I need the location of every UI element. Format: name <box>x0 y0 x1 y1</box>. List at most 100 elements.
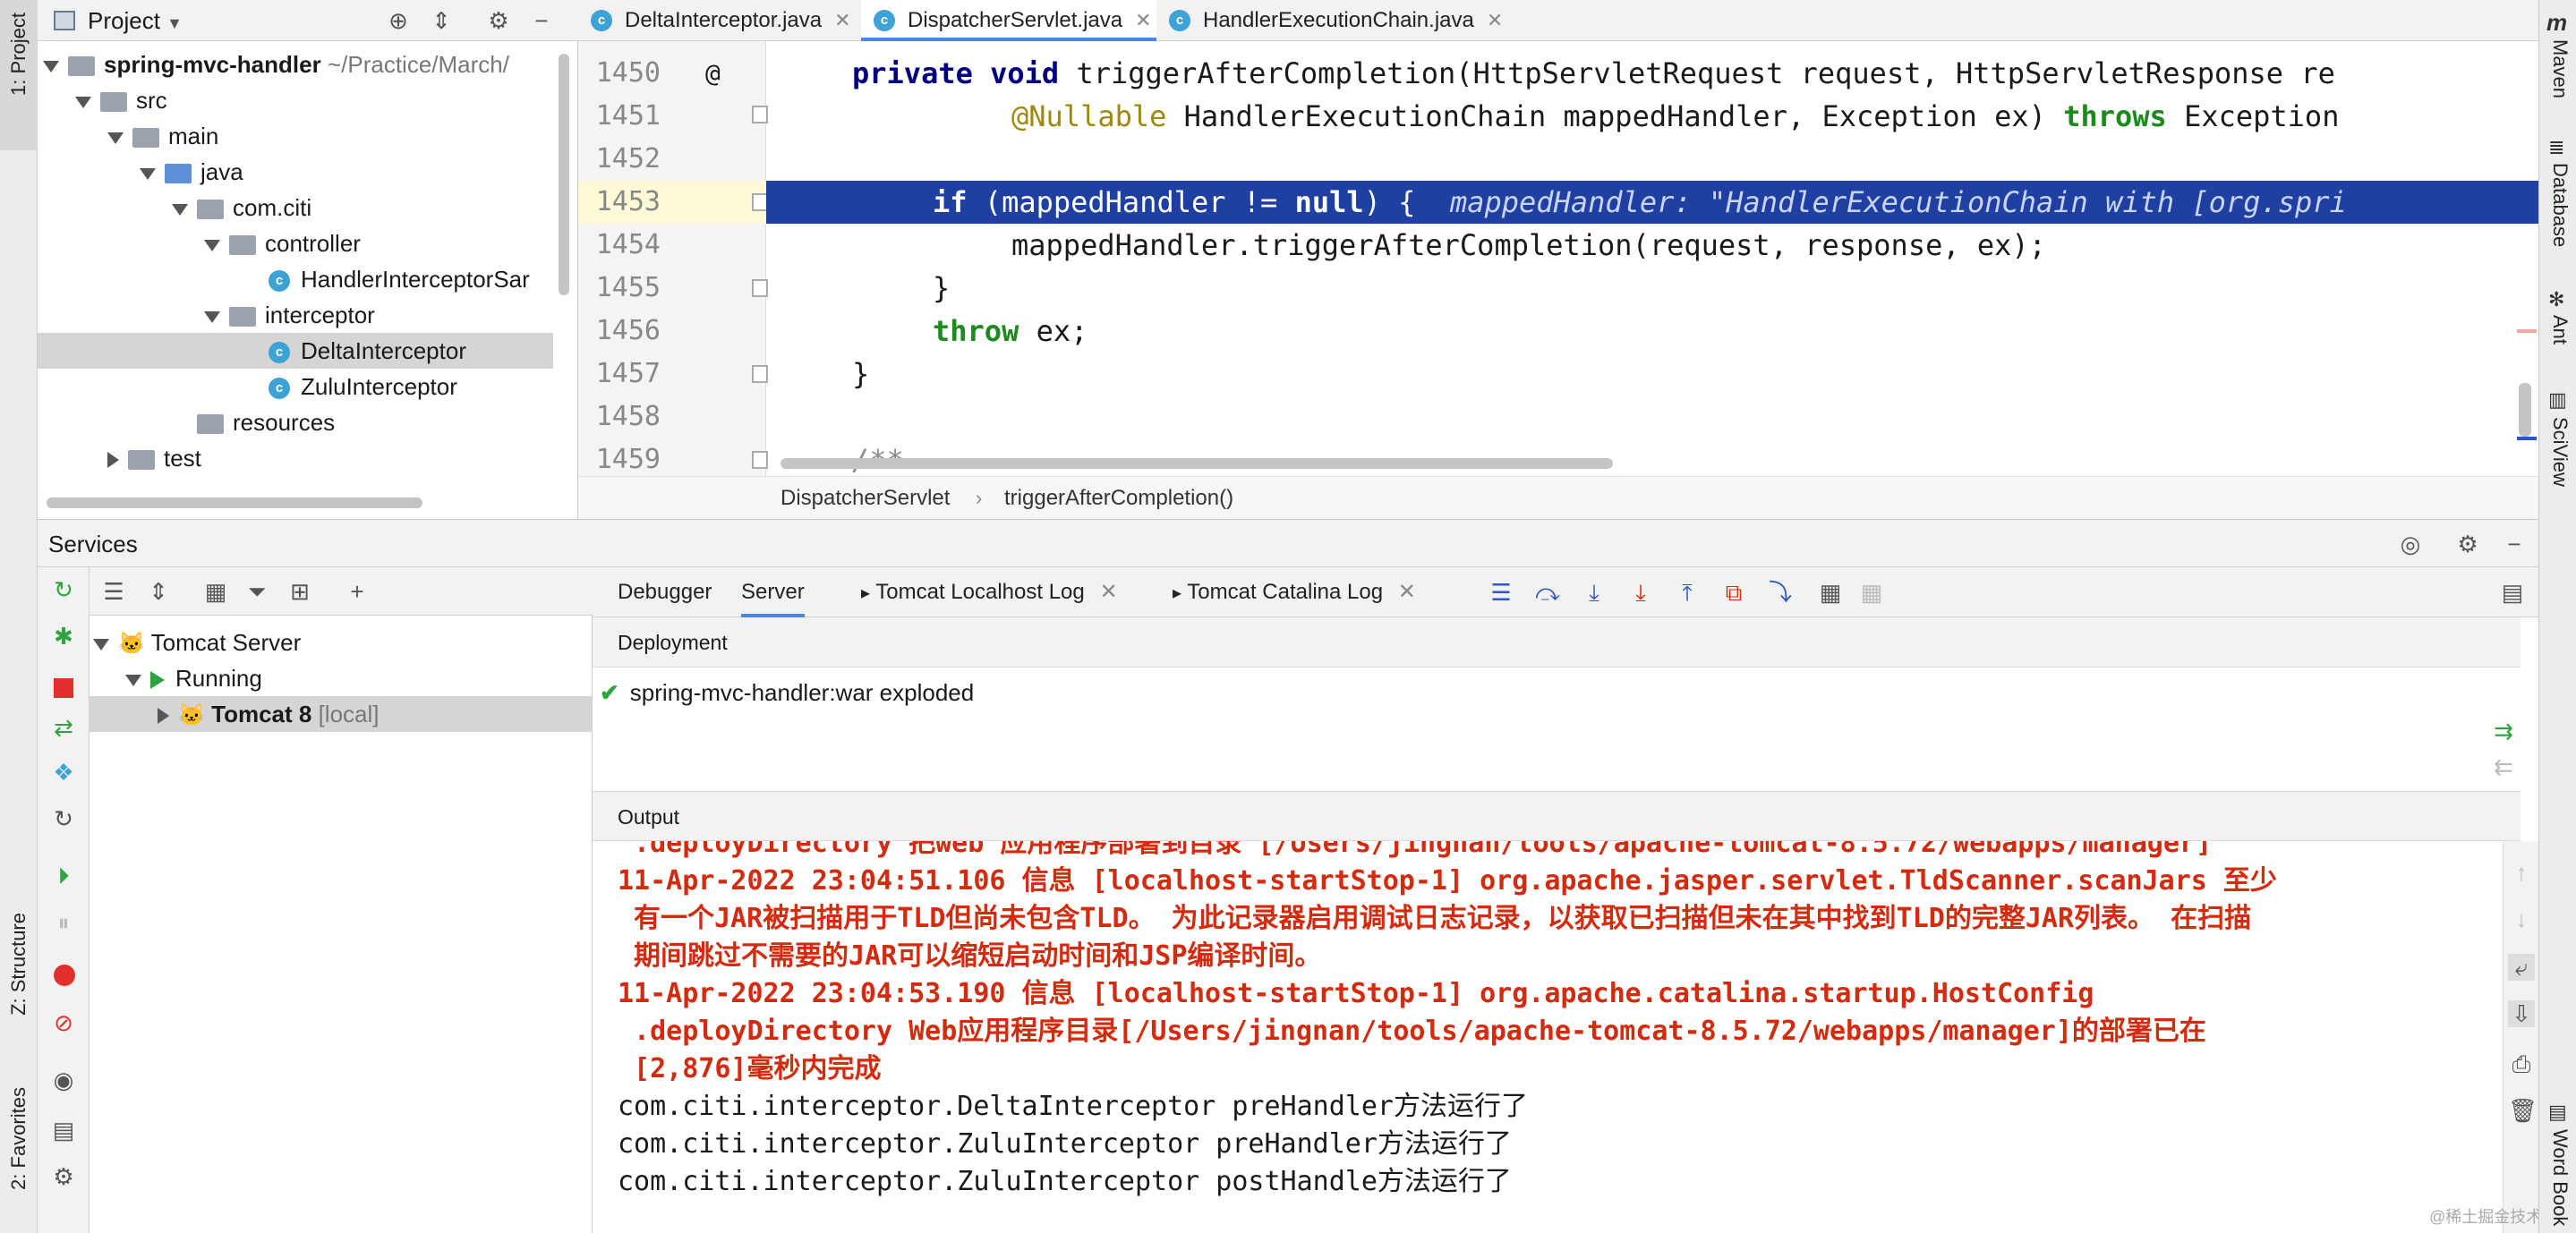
vertical-scrollbar[interactable] <box>559 54 569 295</box>
tab-server[interactable]: Server <box>741 567 805 617</box>
database-tab[interactable]: Database <box>2548 163 2572 247</box>
minimize-icon[interactable]: − <box>528 7 555 34</box>
tab-dispatcher-servlet[interactable]: c DispatcherServlet.java ✕ <box>861 0 1156 41</box>
breakpoints-icon[interactable] <box>54 965 75 986</box>
resume-icon[interactable]: ⏵ <box>50 863 77 889</box>
run-icon <box>150 671 165 690</box>
expand-icon <box>43 60 59 72</box>
package-icon <box>197 200 224 220</box>
deploy-icon[interactable]: ❖ <box>50 759 77 786</box>
pause-icon[interactable]: ⏸ <box>50 909 77 936</box>
tab-localhost-log[interactable]: ▸ Tomcat Localhost Log ✕ <box>861 567 1118 617</box>
code-area[interactable]: private void triggerAfterCompletion(Http… <box>578 52 2538 476</box>
trace-icon[interactable]: ▦ <box>1858 579 1885 606</box>
gear-icon[interactable]: ⚙ <box>2454 531 2481 557</box>
folder-icon <box>128 450 155 471</box>
close-icon[interactable]: ✕ <box>834 9 850 31</box>
vertical-scrollbar[interactable] <box>2519 383 2531 437</box>
deploy-arrow-icon[interactable]: ⇉ <box>2490 718 2517 744</box>
maven-tab[interactable]: Maven <box>2548 39 2572 98</box>
tree-item-running[interactable]: Running <box>125 660 644 696</box>
project-tool-tab[interactable]: 1: Project <box>0 0 38 150</box>
print-icon[interactable]: ⎙ <box>2508 1050 2535 1077</box>
up-arrow-icon[interactable]: ↑ <box>2508 859 2535 886</box>
menu-icon[interactable]: ☰ <box>1488 579 1514 606</box>
console-line: .deployDirectory Web应用程序目录[/Users/jingna… <box>618 1016 2206 1047</box>
expand-icon <box>75 96 91 108</box>
console-side-toolbar: ↑ ↓ ⤶ ⇩ ⎙ 🗑 <box>2503 841 2538 1233</box>
module-folder-icon <box>68 56 95 77</box>
tree-item-test[interactable]: test <box>107 440 627 476</box>
favorites-tab[interactable]: 2: Favorites <box>7 1087 30 1190</box>
expand-all-icon[interactable]: ☰ <box>100 578 127 605</box>
tab-debugger[interactable]: Debugger <box>618 567 712 617</box>
check-icon: ✔ <box>600 679 619 706</box>
drop-frame-icon[interactable]: ⧉ <box>1720 579 1747 606</box>
project-view-selector[interactable]: Project ▼ <box>88 0 183 44</box>
minimize-icon[interactable]: − <box>2501 531 2528 557</box>
step-out-icon[interactable]: ⤒ <box>1674 579 1701 606</box>
console-line: 11-Apr-2022 23:04:51.106 信息 [localhost-s… <box>618 865 2277 897</box>
trash-icon[interactable]: 🗑 <box>2508 1097 2538 1124</box>
locate-icon[interactable]: ⊕ <box>385 7 412 34</box>
step-over-icon[interactable]: ⤼ <box>1534 579 1561 606</box>
close-icon[interactable]: ✕ <box>1099 580 1117 604</box>
sciview-tab[interactable]: SciView <box>2548 417 2572 487</box>
code-line: } <box>933 271 951 305</box>
ant-tab[interactable]: Ant <box>2548 315 2572 344</box>
add-service-icon[interactable]: + <box>344 578 371 605</box>
collapse-all-icon[interactable]: ⇕ <box>145 578 172 605</box>
layout-icon[interactable]: ▤ <box>2499 579 2526 606</box>
globe-icon[interactable]: ◎ <box>2397 531 2424 557</box>
scroll-to-end-icon[interactable]: ⇩ <box>2508 1000 2535 1027</box>
stop-icon[interactable] <box>54 678 73 698</box>
services-action-toolbar: ↻ ✱ ⇄ ❖ ↻ ⏵ ⏸ ⊘ ◉ ▤ ⚙ <box>38 567 90 1233</box>
gear-icon[interactable]: ⚙ <box>485 7 512 34</box>
tab-handler-execution-chain[interactable]: c HandlerExecutionChain.java ✕ <box>1156 0 1503 41</box>
close-icon[interactable]: ✕ <box>1398 580 1416 604</box>
update-app-icon[interactable]: ⇄ <box>50 714 77 741</box>
deployment-label: Deployment <box>618 631 728 654</box>
force-step-into-icon[interactable]: ⤓ <box>1627 579 1654 606</box>
debug-icon[interactable]: ✱ <box>50 623 77 650</box>
collapse-all-icon[interactable]: ⇕ <box>428 7 455 34</box>
tab-catalina-log[interactable]: ▸ Tomcat Catalina Log ✕ <box>1173 567 1416 617</box>
mute-breakpoints-icon[interactable]: ⊘ <box>50 1009 77 1036</box>
tomcat-icon: 🐱 <box>178 703 205 727</box>
layout-icon[interactable]: ▤ <box>50 1117 77 1144</box>
horizontal-scrollbar[interactable] <box>47 497 422 508</box>
breadcrumb-method[interactable]: triggerAfterCompletion() <box>1004 477 1233 520</box>
soft-wrap-icon[interactable]: ⤶ <box>2508 954 2535 981</box>
wordbook-tab[interactable]: Word Book <box>2548 1129 2572 1226</box>
refresh-icon[interactable]: ↻ <box>50 805 77 832</box>
tree-item-main[interactable]: main <box>107 118 627 154</box>
deployment-item[interactable]: ✔ spring-mvc-handler:war exploded <box>600 675 974 710</box>
close-icon[interactable]: ✕ <box>1487 9 1503 31</box>
filter-icon[interactable]: ⏷ <box>243 578 270 605</box>
console-line: [2,876]毫秒内完成 <box>618 1053 882 1084</box>
tree-item-module[interactable]: spring-mvc-handler ~/Practice/March/ <box>43 47 562 82</box>
group-by-icon[interactable]: ▦ <box>202 578 229 605</box>
output-console[interactable]: .deployDirectory 把web 应用程序部署到目录 [/Users/… <box>593 841 2503 1233</box>
close-icon[interactable]: ✕ <box>1135 9 1151 31</box>
step-into-icon[interactable]: ⤓ <box>1581 579 1608 606</box>
code-line: /** <box>852 438 904 476</box>
undeploy-arrow-icon[interactable]: ⇇ <box>2490 753 2517 780</box>
down-arrow-icon[interactable]: ↓ <box>2508 906 2535 932</box>
new-tab-icon[interactable]: ⊞ <box>286 578 313 605</box>
camera-icon[interactable]: ◉ <box>50 1067 77 1093</box>
right-tool-strip: m Maven ≣ Database ✻ Ant ▥ SciView ▤ Wor… <box>2538 0 2576 1233</box>
tree-item-tomcat-server[interactable]: 🐱 Tomcat Server <box>93 625 612 660</box>
breadcrumb-class[interactable]: DispatcherServlet <box>780 477 950 520</box>
services-panel: Services ◎ ⚙ − ↻ ✱ ⇄ ❖ ↻ ⏵ ⏸ ⊘ ◉ ▤ ⚙ ☰ ⇕… <box>38 519 2574 1233</box>
tree-item-src[interactable]: src <box>75 82 594 118</box>
horizontal-scrollbar[interactable] <box>780 458 1613 469</box>
rerun-icon[interactable]: ↻ <box>50 576 77 603</box>
tab-delta-interceptor[interactable]: c DeltaInterceptor.java ✕ <box>578 0 861 41</box>
structure-tab[interactable]: Z: Structure <box>7 913 30 1016</box>
settings-icon[interactable]: ⚙ <box>50 1163 77 1190</box>
error-stripe-mark[interactable] <box>2517 329 2537 333</box>
run-to-cursor-icon[interactable]: ⤵ <box>1767 579 1794 606</box>
sciview-icon: ▥ <box>2548 388 2567 411</box>
evaluate-icon[interactable]: ▦ <box>1817 579 1844 606</box>
